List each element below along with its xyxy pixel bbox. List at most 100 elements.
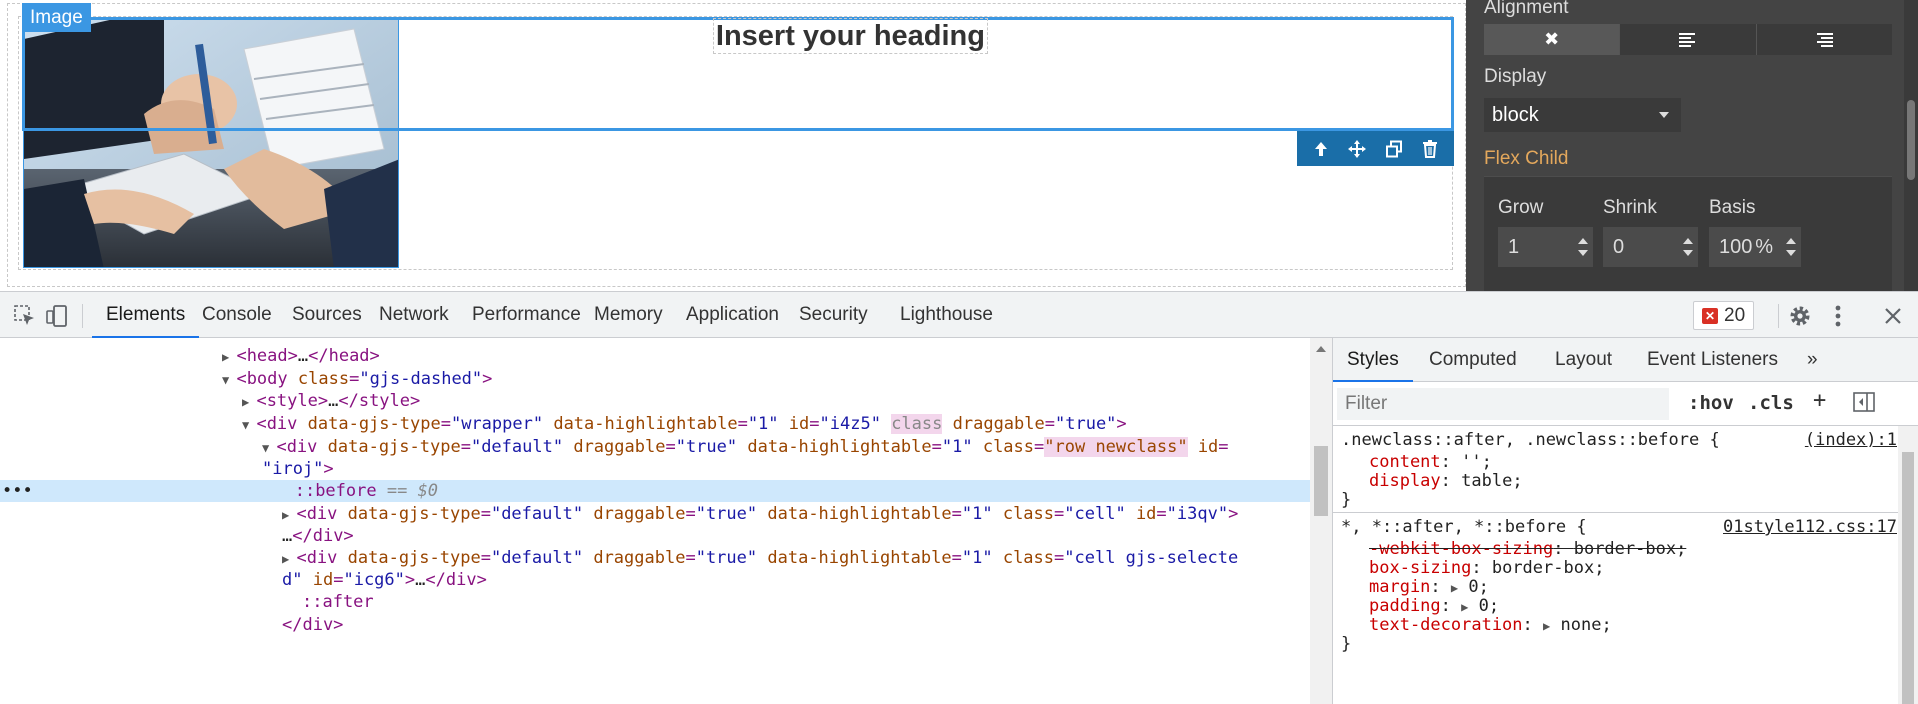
grow-input[interactable]: 1 [1498,227,1593,267]
tree-node-cell1-cont: …</div> [282,525,354,547]
basis-value: 100 [1719,236,1753,258]
more-options-icon[interactable]: ••• [0,481,33,501]
error-count-badge[interactable]: ✕ 20 [1693,301,1755,330]
tree-node-head[interactable]: ▶ <head>…</head> [222,345,380,367]
align-none-button[interactable]: ✖ [1484,24,1621,55]
scroll-thumb[interactable] [1907,100,1915,180]
add-rule-icon[interactable]: + [1813,388,1826,413]
basis-unit[interactable]: % [1755,227,1773,267]
close-icon: ✖ [1544,29,1560,49]
more-tabs-icon[interactable]: » [1807,338,1818,382]
hov-toggle[interactable]: :hov [1688,392,1734,414]
tree-node-row-close[interactable]: </div> [282,614,343,636]
tab-elements[interactable]: Elements [92,292,200,338]
arrow-up-icon[interactable] [1307,135,1335,163]
display-select[interactable]: block [1484,98,1681,132]
expand-arrow-icon[interactable]: ▶ [282,552,296,566]
shrink-input[interactable]: 0 [1603,227,1698,267]
attr-value: "default" [490,548,584,568]
tree-node-row-cont: "iroj"> [262,459,334,479]
css-property[interactable]: text-decoration: ▶ none; [1369,614,1612,636]
cls-toggle[interactable]: .cls [1748,392,1794,414]
basis-label: Basis [1709,197,1756,218]
css-property[interactable]: display: table; [1369,470,1523,492]
tab-event-listeners[interactable]: Event Listeners [1647,338,1778,382]
attr-name: draggable [952,414,1045,434]
rule-selector[interactable]: *, *::after, *::before { [1341,516,1587,538]
inspect-element-icon[interactable] [12,303,38,329]
shrink-label: Shrink [1603,197,1657,218]
style-close-tag: </style> [338,391,421,411]
delete-icon[interactable] [1416,135,1444,163]
expand-arrow-icon[interactable]: ▶ [282,508,296,522]
elements-scrollbar[interactable] [1310,338,1332,704]
editor-canvas[interactable]: Image Insert your heading [0,0,1466,291]
expand-arrow-icon[interactable]: ▶ [1461,600,1468,614]
toggle-sidebar-icon[interactable] [1853,392,1875,417]
property-name: -webkit-box-sizing [1369,539,1554,559]
tab-application[interactable]: Application [686,292,779,338]
attr-value: "row newclass" [1044,437,1188,457]
tree-node-cell2-cont: d" id="icg6">…</div> [282,570,487,590]
tab-security[interactable]: Security [799,292,868,338]
attr-name: data-gjs-type [307,414,441,434]
more-options-icon[interactable] [1825,303,1851,329]
tree-node-style[interactable]: ▶ <style>…</style> [242,390,420,412]
collapse-arrow-icon[interactable]: ▼ [242,418,256,432]
component-type-badge: Image [22,3,91,32]
expand-arrow-icon[interactable]: ▶ [1451,581,1458,595]
tab-memory[interactable]: Memory [594,292,663,338]
tree-node-body[interactable]: ▼ <body class="gjs-dashed"> [222,368,492,390]
basis-input[interactable]: 100 % [1709,227,1801,267]
expand-arrow-icon[interactable]: ▶ [242,395,256,409]
tab-network[interactable]: Network [379,292,449,338]
display-value: block [1492,104,1539,126]
panel-scrollbar[interactable] [1904,0,1918,291]
tree-node-cell2[interactable]: ▶ <div data-gjs-type="default" draggable… [282,547,1238,569]
collapse-arrow-icon[interactable]: ▼ [262,441,276,455]
head-close-tag: </head> [308,346,380,366]
tree-node-row[interactable]: ▼ <div data-gjs-type="default" draggable… [262,436,1229,458]
tab-console[interactable]: Console [202,292,272,338]
tree-node-before-selected[interactable]: •••::before == $0 [0,480,1310,502]
devtools: Elements Console Sources Network Perform… [0,291,1918,704]
attr-value: "true" [695,548,758,568]
attr-value: "1" [747,414,779,434]
scroll-up-icon[interactable] [1316,346,1326,352]
device-toolbar-icon[interactable] [44,303,70,329]
rule-selector[interactable]: .newclass::after, .newclass::before { [1341,429,1720,451]
property-value: border-box; [1491,558,1605,578]
tab-layout[interactable]: Layout [1555,338,1612,382]
stepper-icon[interactable] [1578,238,1588,256]
clone-icon[interactable] [1380,135,1408,163]
rule-source-link[interactable]: 01style112.css:17 [1723,516,1897,538]
tab-performance[interactable]: Performance [472,292,581,338]
gear-icon[interactable] [1787,303,1813,329]
attr-value: "icg6" [343,570,405,590]
attr-value: "cell gjs-selecte [1064,548,1239,568]
tab-computed[interactable]: Computed [1429,338,1517,382]
tree-node-cell1[interactable]: ▶ <div data-gjs-type="default" draggable… [282,503,1238,525]
scroll-thumb[interactable] [1314,446,1328,516]
scroll-thumb[interactable] [1902,452,1914,704]
tree-node-wrapper[interactable]: ▼ <div data-gjs-type="wrapper" data-high… [242,413,1127,435]
close-icon[interactable] [1880,303,1906,329]
styles-scrollbar[interactable] [1898,426,1918,704]
stepper-icon[interactable] [1786,238,1796,256]
expand-arrow-icon[interactable]: ▶ [1543,619,1550,633]
heading-text[interactable]: Insert your heading [712,18,988,54]
flex-child-title[interactable]: Flex Child [1484,148,1568,170]
tree-node-after[interactable]: ::after [302,591,374,613]
stepper-icon[interactable] [1683,238,1693,256]
rule-source-link[interactable]: (index):1 [1805,429,1897,451]
attr-value: "true" [695,504,758,524]
align-left-button[interactable] [1620,24,1757,55]
tab-styles[interactable]: Styles [1333,338,1413,382]
move-icon[interactable] [1343,135,1371,163]
tab-sources[interactable]: Sources [292,292,362,338]
expand-arrow-icon[interactable]: ▶ [222,350,236,364]
align-right-button[interactable] [1757,24,1892,55]
collapse-arrow-icon[interactable]: ▼ [222,373,236,387]
tab-lighthouse[interactable]: Lighthouse [900,292,993,338]
styles-filter-input[interactable]: Filter [1337,388,1669,420]
